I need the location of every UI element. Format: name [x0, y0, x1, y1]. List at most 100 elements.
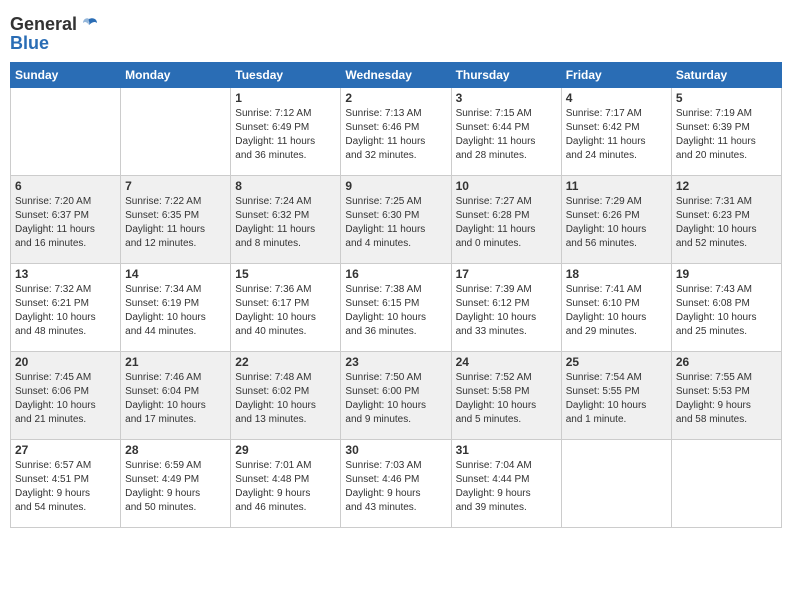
- calendar-cell: 1 Sunrise: 7:12 AM Sunset: 6:49 PM Daylig…: [231, 88, 341, 176]
- cell-content: Sunrise: 7:01 AM Sunset: 4:48 PM Dayligh…: [235, 459, 336, 515]
- cell-content: Sunrise: 7:04 AM Sunset: 4:44 PM Dayligh…: [456, 459, 557, 515]
- cell-content: Sunrise: 7:36 AM Sunset: 6:17 PM Dayligh…: [235, 283, 336, 339]
- day-number: 27: [15, 443, 116, 457]
- calendar-cell: [671, 440, 781, 528]
- cell-content: Sunrise: 7:22 AM Sunset: 6:35 PM Dayligh…: [125, 195, 226, 251]
- cell-content: Sunrise: 7:48 AM Sunset: 6:02 PM Dayligh…: [235, 371, 336, 427]
- calendar-cell: 27 Sunrise: 6:57 AM Sunset: 4:51 PM Dayli…: [11, 440, 121, 528]
- cell-content: Sunrise: 7:38 AM Sunset: 6:15 PM Dayligh…: [345, 283, 446, 339]
- day-number: 5: [676, 91, 777, 105]
- day-number: 11: [566, 179, 667, 193]
- calendar-cell: 20 Sunrise: 7:45 AM Sunset: 6:06 PM Dayli…: [11, 352, 121, 440]
- day-number: 23: [345, 355, 446, 369]
- day-number: 6: [15, 179, 116, 193]
- cell-content: Sunrise: 7:25 AM Sunset: 6:30 PM Dayligh…: [345, 195, 446, 251]
- cell-content: Sunrise: 7:41 AM Sunset: 6:10 PM Dayligh…: [566, 283, 667, 339]
- day-number: 10: [456, 179, 557, 193]
- cell-content: Sunrise: 7:20 AM Sunset: 6:37 PM Dayligh…: [15, 195, 116, 251]
- calendar-cell: 9 Sunrise: 7:25 AM Sunset: 6:30 PM Daylig…: [341, 176, 451, 264]
- calendar-table: SundayMondayTuesdayWednesdayThursdayFrid…: [10, 62, 782, 528]
- calendar-cell: 10 Sunrise: 7:27 AM Sunset: 6:28 PM Dayli…: [451, 176, 561, 264]
- day-number: 8: [235, 179, 336, 193]
- day-number: 18: [566, 267, 667, 281]
- calendar-cell: 3 Sunrise: 7:15 AM Sunset: 6:44 PM Daylig…: [451, 88, 561, 176]
- cell-content: Sunrise: 7:50 AM Sunset: 6:00 PM Dayligh…: [345, 371, 446, 427]
- calendar-cell: 6 Sunrise: 7:20 AM Sunset: 6:37 PM Daylig…: [11, 176, 121, 264]
- day-number: 16: [345, 267, 446, 281]
- logo-blue-text: Blue: [10, 33, 49, 54]
- calendar-cell: 28Sunrise: 6:59 AM Sunset: 4:49 PM Dayli…: [121, 440, 231, 528]
- calendar-cell: 14Sunrise: 7:34 AM Sunset: 6:19 PM Dayli…: [121, 264, 231, 352]
- calendar-cell: 13 Sunrise: 7:32 AM Sunset: 6:21 PM Dayli…: [11, 264, 121, 352]
- calendar-cell: 26Sunrise: 7:55 AM Sunset: 5:53 PM Dayli…: [671, 352, 781, 440]
- day-number: 9: [345, 179, 446, 193]
- day-number: 31: [456, 443, 557, 457]
- day-number: 21: [125, 355, 226, 369]
- cell-content: Sunrise: 7:29 AM Sunset: 6:26 PM Dayligh…: [566, 195, 667, 251]
- day-number: 19: [676, 267, 777, 281]
- calendar-cell: 2 Sunrise: 7:13 AM Sunset: 6:46 PM Daylig…: [341, 88, 451, 176]
- cell-content: Sunrise: 7:24 AM Sunset: 6:32 PM Dayligh…: [235, 195, 336, 251]
- day-number: 22: [235, 355, 336, 369]
- calendar-cell: 31 Sunrise: 7:04 AM Sunset: 4:44 PM Dayli…: [451, 440, 561, 528]
- calendar-cell: 30Sunrise: 7:03 AM Sunset: 4:46 PM Dayli…: [341, 440, 451, 528]
- calendar-cell: 11 Sunrise: 7:29 AM Sunset: 6:26 PM Dayli…: [561, 176, 671, 264]
- cell-content: Sunrise: 7:27 AM Sunset: 6:28 PM Dayligh…: [456, 195, 557, 251]
- calendar-week-row: 20 Sunrise: 7:45 AM Sunset: 6:06 PM Dayli…: [11, 352, 782, 440]
- cell-content: Sunrise: 7:17 AM Sunset: 6:42 PM Dayligh…: [566, 107, 667, 163]
- day-number: 12: [676, 179, 777, 193]
- calendar-cell: 29 Sunrise: 7:01 AM Sunset: 4:48 PM Dayli…: [231, 440, 341, 528]
- logo: General Blue: [10, 10, 99, 54]
- calendar-cell: 16 Sunrise: 7:38 AM Sunset: 6:15 PM Dayli…: [341, 264, 451, 352]
- cell-content: Sunrise: 7:52 AM Sunset: 5:58 PM Dayligh…: [456, 371, 557, 427]
- calendar-header-row: SundayMondayTuesdayWednesdayThursdayFrid…: [11, 63, 782, 88]
- day-number: 13: [15, 267, 116, 281]
- calendar-cell: 23 Sunrise: 7:50 AM Sunset: 6:00 PM Dayli…: [341, 352, 451, 440]
- cell-content: Sunrise: 7:13 AM Sunset: 6:46 PM Dayligh…: [345, 107, 446, 163]
- calendar-week-row: 6 Sunrise: 7:20 AM Sunset: 6:37 PM Daylig…: [11, 176, 782, 264]
- calendar-cell: 17Sunrise: 7:39 AM Sunset: 6:12 PM Dayli…: [451, 264, 561, 352]
- calendar-day-header: Sunday: [11, 63, 121, 88]
- logo-bird-icon: [79, 15, 99, 35]
- calendar-cell: [561, 440, 671, 528]
- calendar-week-row: 27 Sunrise: 6:57 AM Sunset: 4:51 PM Dayli…: [11, 440, 782, 528]
- calendar-cell: 7 Sunrise: 7:22 AM Sunset: 6:35 PM Daylig…: [121, 176, 231, 264]
- cell-content: Sunrise: 7:34 AM Sunset: 6:19 PM Dayligh…: [125, 283, 226, 339]
- calendar-day-header: Monday: [121, 63, 231, 88]
- day-number: 7: [125, 179, 226, 193]
- cell-content: Sunrise: 7:12 AM Sunset: 6:49 PM Dayligh…: [235, 107, 336, 163]
- calendar-day-header: Tuesday: [231, 63, 341, 88]
- day-number: 2: [345, 91, 446, 105]
- calendar-day-header: Thursday: [451, 63, 561, 88]
- calendar-cell: 15Sunrise: 7:36 AM Sunset: 6:17 PM Dayli…: [231, 264, 341, 352]
- cell-content: Sunrise: 7:19 AM Sunset: 6:39 PM Dayligh…: [676, 107, 777, 163]
- day-number: 29: [235, 443, 336, 457]
- calendar-cell: 25Sunrise: 7:54 AM Sunset: 5:55 PM Dayli…: [561, 352, 671, 440]
- cell-content: Sunrise: 6:59 AM Sunset: 4:49 PM Dayligh…: [125, 459, 226, 515]
- cell-content: Sunrise: 6:57 AM Sunset: 4:51 PM Dayligh…: [15, 459, 116, 515]
- day-number: 3: [456, 91, 557, 105]
- day-number: 24: [456, 355, 557, 369]
- day-number: 20: [15, 355, 116, 369]
- calendar-cell: 18 Sunrise: 7:41 AM Sunset: 6:10 PM Dayli…: [561, 264, 671, 352]
- calendar-cell: 22 Sunrise: 7:48 AM Sunset: 6:02 PM Dayli…: [231, 352, 341, 440]
- day-number: 26: [676, 355, 777, 369]
- cell-content: Sunrise: 7:32 AM Sunset: 6:21 PM Dayligh…: [15, 283, 116, 339]
- day-number: 1: [235, 91, 336, 105]
- calendar-week-row: 1 Sunrise: 7:12 AM Sunset: 6:49 PM Daylig…: [11, 88, 782, 176]
- calendar-week-row: 13 Sunrise: 7:32 AM Sunset: 6:21 PM Dayli…: [11, 264, 782, 352]
- calendar-cell: [11, 88, 121, 176]
- cell-content: Sunrise: 7:54 AM Sunset: 5:55 PM Dayligh…: [566, 371, 667, 427]
- calendar-cell: 8 Sunrise: 7:24 AM Sunset: 6:32 PM Daylig…: [231, 176, 341, 264]
- calendar-cell: 12 Sunrise: 7:31 AM Sunset: 6:23 PM Dayli…: [671, 176, 781, 264]
- cell-content: Sunrise: 7:43 AM Sunset: 6:08 PM Dayligh…: [676, 283, 777, 339]
- calendar-cell: 5 Sunrise: 7:19 AM Sunset: 6:39 PM Daylig…: [671, 88, 781, 176]
- cell-content: Sunrise: 7:31 AM Sunset: 6:23 PM Dayligh…: [676, 195, 777, 251]
- cell-content: Sunrise: 7:45 AM Sunset: 6:06 PM Dayligh…: [15, 371, 116, 427]
- calendar-cell: [121, 88, 231, 176]
- cell-content: Sunrise: 7:15 AM Sunset: 6:44 PM Dayligh…: [456, 107, 557, 163]
- calendar-day-header: Wednesday: [341, 63, 451, 88]
- calendar-day-header: Saturday: [671, 63, 781, 88]
- calendar-cell: 19 Sunrise: 7:43 AM Sunset: 6:08 PM Dayli…: [671, 264, 781, 352]
- day-number: 17: [456, 267, 557, 281]
